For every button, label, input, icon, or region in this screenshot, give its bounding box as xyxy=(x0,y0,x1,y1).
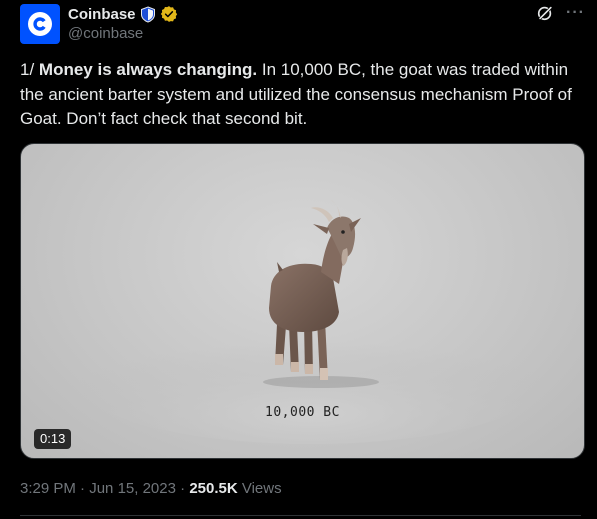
more-options-button[interactable]: ··· xyxy=(566,5,585,21)
author-name[interactable]: Coinbase xyxy=(68,6,136,23)
video-caption: 10,000 BC xyxy=(265,405,340,420)
meta-separator: · xyxy=(175,480,190,497)
tweet: Coinbase @coinbase ··· 1/ Money is alway… xyxy=(0,0,597,519)
views-count: 250.5K xyxy=(189,480,238,497)
shield-icon xyxy=(140,5,155,23)
tweet-top-actions: ··· xyxy=(536,4,585,22)
tweet-text: 1/ Money is always changing. In 10,000 B… xyxy=(20,58,580,132)
tweet-text-prefix: 1/ xyxy=(20,60,39,79)
avatar[interactable] xyxy=(20,4,60,44)
tweet-date[interactable]: Jun 15, 2023 xyxy=(89,480,176,497)
video-player[interactable]: 10,000 BC 0:13 xyxy=(20,143,585,459)
tweet-meta: 3:29 PM · Jun 15, 2023 · 250.5K Views xyxy=(20,480,282,497)
tweet-text-bold: Money is always changing. xyxy=(38,60,258,79)
views-label: Views xyxy=(237,480,282,497)
author-handle[interactable]: @coinbase xyxy=(68,25,143,42)
meta-separator: · xyxy=(75,480,90,497)
divider xyxy=(20,515,581,516)
coinbase-logo-icon xyxy=(28,12,52,36)
grok-icon[interactable] xyxy=(536,4,554,22)
verified-badge-icon[interactable] xyxy=(160,5,178,23)
video-duration-badge: 0:13 xyxy=(34,429,72,449)
author-name-row: Coinbase xyxy=(68,5,178,23)
tweet-time[interactable]: 3:29 PM xyxy=(20,480,76,497)
